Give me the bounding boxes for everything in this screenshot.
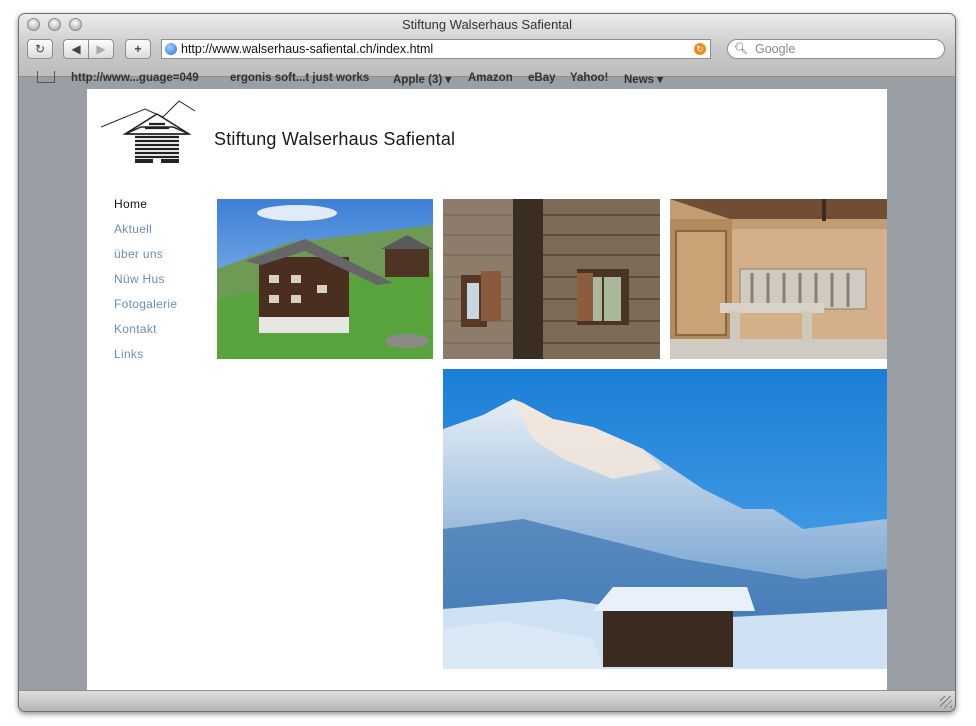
walserhaus-logo[interactable]	[101, 97, 207, 167]
bookmark-item[interactable]: Apple (3) ▾	[393, 72, 451, 86]
bookmark-item[interactable]: Yahoo!	[570, 72, 608, 84]
bookmark-item[interactable]: ergonis soft...t just works	[230, 72, 369, 84]
photo-interior-room[interactable]	[670, 199, 887, 359]
search-icon[interactable]: 🔍︎	[734, 40, 748, 58]
bookmark-item[interactable]: Amazon	[468, 72, 513, 84]
nav-home[interactable]: Home	[114, 197, 177, 222]
bookmark-item[interactable]: http://www...guage=049	[71, 72, 199, 84]
search-field[interactable]: 🔍︎ Google	[727, 39, 945, 59]
nav-links[interactable]: Links	[114, 347, 177, 372]
browser-window: Stiftung Walserhaus Safiental ↻ ◀ ▶ + ht…	[18, 13, 956, 712]
add-bookmark-button[interactable]: +	[125, 39, 151, 59]
search-placeholder: Google	[755, 42, 796, 56]
status-bar	[19, 690, 955, 711]
site-nav: Home Aktuell über uns Nüw Hus Fotogaleri…	[114, 197, 177, 372]
nav-kontakt[interactable]: Kontakt	[114, 322, 177, 347]
page-content: Stiftung Walserhaus Safiental Home Aktue…	[87, 89, 887, 691]
bookmark-item[interactable]: eBay	[528, 72, 556, 84]
forward-button[interactable]: ▶	[88, 39, 114, 59]
photo-chalet-meadow[interactable]	[217, 199, 433, 359]
nav-nuew-hus[interactable]: Nüw Hus	[114, 272, 177, 297]
reload-button[interactable]: ↻	[27, 39, 53, 59]
bookmarks-bar: http://www...guage=049 ergonis soft...t …	[19, 69, 955, 89]
back-button[interactable]: ◀	[63, 39, 89, 59]
photo-snowy-mountain[interactable]	[443, 369, 887, 669]
nav-fotogalerie[interactable]: Fotogalerie	[114, 297, 177, 322]
resize-grip-icon[interactable]	[940, 696, 952, 708]
site-title: Stiftung Walserhaus Safiental	[214, 129, 456, 149]
window-title: Stiftung Walserhaus Safiental	[401, 17, 573, 32]
globe-icon	[165, 43, 177, 55]
url-bar[interactable]: http://www.walserhaus-safiental.ch/index…	[161, 39, 711, 59]
titlebar: Stiftung Walserhaus Safiental ↻ ◀ ▶ + ht…	[19, 14, 955, 86]
photo-wood-windows[interactable]	[443, 199, 660, 359]
rss-icon[interactable]: ↻	[694, 43, 706, 55]
bookmarks-book-icon[interactable]	[37, 71, 55, 83]
nav-aktuell[interactable]: Aktuell	[114, 222, 177, 247]
bookmark-item[interactable]: News ▾	[624, 72, 663, 86]
nav-ueber-uns[interactable]: über uns	[114, 247, 177, 272]
url-text[interactable]: http://www.walserhaus-safiental.ch/index…	[181, 40, 433, 58]
